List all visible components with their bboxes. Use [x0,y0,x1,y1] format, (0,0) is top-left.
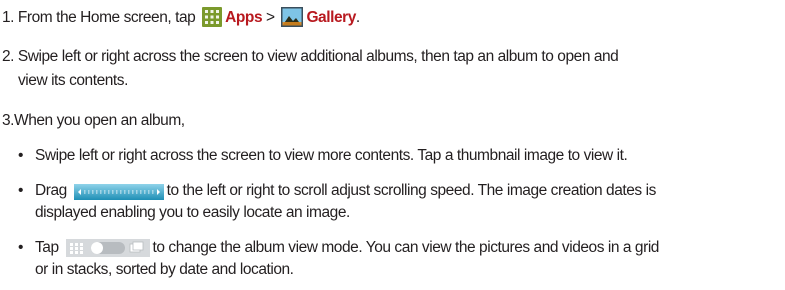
apps-grid-icon [202,7,223,33]
instruction-document: 1. From the Home screen, tap Apps > Gall… [0,0,785,290]
bullet-1-text: Swipe left or right across the screen to… [35,147,628,164]
step-2-line-2: view its contents. [18,71,128,91]
bullet-2-line-2: displayed enabling you to easily locate … [35,203,350,223]
bullet-3-text: to change the album view mode. You can v… [152,239,660,256]
bullet-1-symbol: • [18,147,23,164]
step-3-text: When you open an album, [14,112,185,129]
gallery-icon [281,7,304,33]
bullet-2-prefix: Drag [35,182,67,199]
bullet-2-text: to the left or right to scroll adjust sc… [166,182,657,199]
step-3-number: 3. [2,112,15,129]
menu-separator: > [265,9,275,26]
bullet-3-text-cont: or in stacks, sorted by date and locatio… [35,261,294,278]
bullet-2-symbol: • [18,182,23,199]
step-3: 3.When you open an album, [2,111,185,131]
step-2-number: 2. [2,48,15,65]
step-2-line-1: 2. Swipe left or right across the screen… [2,47,619,67]
gallery-label: Gallery [306,9,356,26]
step-2-text: Swipe left or right across the screen to… [17,48,619,65]
bullet-3-prefix: Tap [35,239,59,256]
bullet-2-text-cont: displayed enabling you to easily locate … [35,204,350,221]
step-1-number: 1. [2,9,15,26]
apps-label: Apps [225,9,263,26]
step-1: 1. From the Home screen, tap Apps > Gall… [2,7,360,33]
step-2-text-cont: view its contents. [18,72,128,89]
step-1-end: . [355,9,360,26]
bullet-3-symbol: • [18,239,23,256]
step-1-text: From the Home screen, tap [17,9,196,26]
bullet-3-line-2: or in stacks, sorted by date and locatio… [35,260,294,280]
